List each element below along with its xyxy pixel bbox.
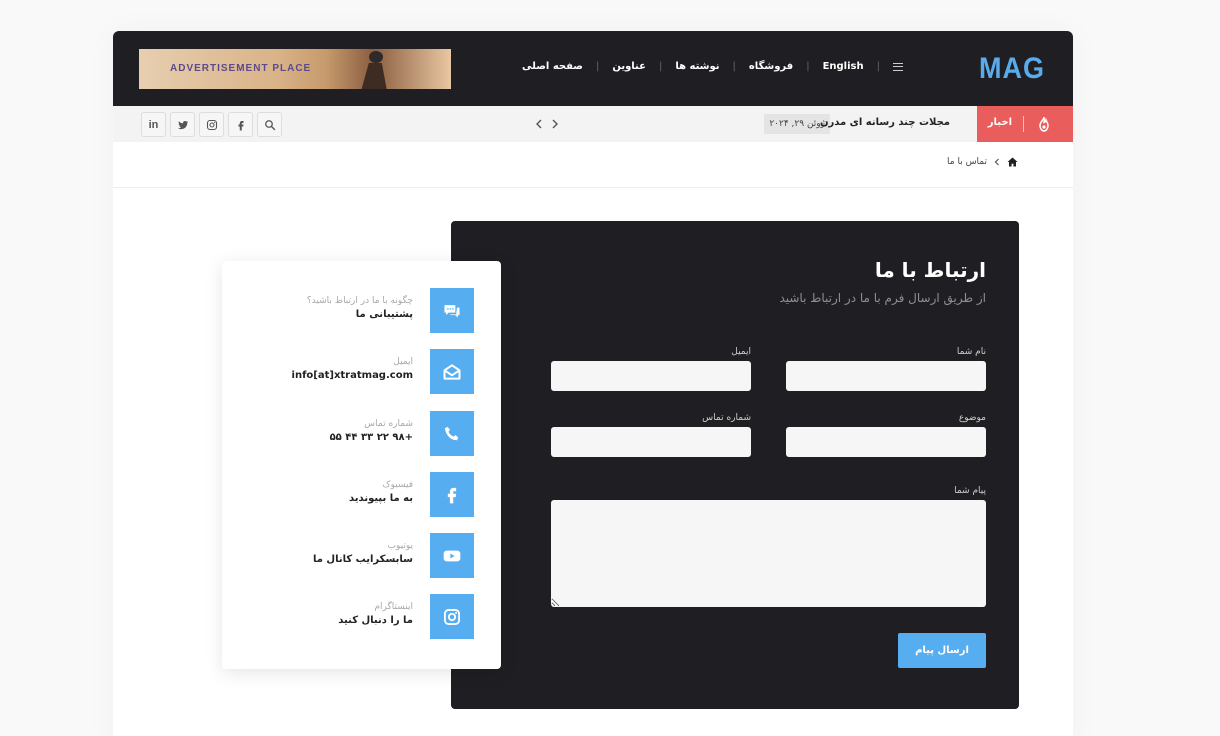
nav-separator: | [732,61,736,72]
name-input[interactable] [786,361,986,391]
chevron-left-icon[interactable] [533,118,545,130]
chevron-right-icon[interactable] [549,118,561,130]
advertisement-banner[interactable]: ADVERTISEMENT PLACE [139,49,451,89]
home-icon[interactable] [1007,157,1018,167]
news-ticker-bar: in ژوئن ۲۹, ۲۰۲۴ مجلات چند رسانه ای مدرن [113,106,1073,142]
site-header: ADVERTISEMENT PLACE صفحه اصلی | عناوین |… [113,31,1073,106]
contact-item-sub: چگونه با ما در ارتباط باشید؟ [306,296,413,306]
contact-item-sub: شماره تماس [364,419,413,429]
ad-text: ADVERTISEMENT PLACE [170,63,312,74]
phone-icon [430,411,474,456]
nav-item-posts[interactable]: نوشته ها [675,61,719,72]
contact-item-email[interactable]: ایمیل info[at]xtratmag.com [274,349,474,394]
social-links: in [141,112,282,137]
contact-item-youtube[interactable]: یوتیوب سابسکرایب کانال ما [274,533,474,578]
chat-icon [430,288,474,333]
nav-separator: | [876,61,880,72]
name-label: نام شما [956,347,986,357]
contact-item-main: سابسکرایب کانال ما [313,554,413,565]
fire-icon [1039,116,1049,132]
ad-figure-image [357,51,393,89]
nav-item-shop[interactable]: فروشگاه [749,61,793,72]
main-nav: صفحه اصلی | عناوین | نوشته ها | فروشگاه … [522,61,903,72]
contact-item-main: به ما بپیوندید [349,493,413,504]
phone-label: شماره تماس [702,413,751,423]
hamburger-icon[interactable] [893,62,903,71]
instagram-icon [430,594,474,639]
email-input[interactable] [551,361,751,391]
email-label: ایمیل [731,347,751,357]
phone-input[interactable] [551,427,751,457]
message-textarea[interactable] [551,500,986,607]
contact-item-main: ما را دنبال کنید [338,615,413,626]
contact-form-panel: ارتباط با ما از طریق ارسال فرم با ما در … [451,221,1019,709]
contact-item-support[interactable]: چگونه با ما در ارتباط باشید؟ پشتیبانی ما [274,288,474,333]
nav-item-english[interactable]: English [823,61,864,72]
contact-item-sub: فیسبوک [382,480,413,490]
divider [113,187,1073,188]
contact-item-sub: یوتیوب [387,541,414,551]
contact-item-main: +۹۸ ۲۲ ۳۳ ۴۴ ۵۵ [329,432,413,443]
contact-item-sub: اینستاگرام [374,602,413,612]
contact-item-main: پشتیبانی ما [355,309,413,320]
breadcrumb-current: تماس با ما [947,157,987,167]
search-icon[interactable] [257,112,282,137]
nav-item-topics[interactable]: عناوین [612,61,646,72]
facebook-icon [430,472,474,517]
form-title: ارتباط با ما [874,258,986,282]
contact-info-card: چگونه با ما در ارتباط باشید؟ پشتیبانی ما… [222,261,501,669]
chevron-left-icon [994,158,999,166]
youtube-icon [430,533,474,578]
contact-item-sub: ایمیل [393,357,413,367]
linkedin-icon[interactable]: in [141,112,166,137]
breadcrumb: تماس با ما [947,157,1018,167]
subject-input[interactable] [786,427,986,457]
contact-item-phone[interactable]: شماره تماس +۹۸ ۲۲ ۳۳ ۴۴ ۵۵ [274,411,474,456]
facebook-icon[interactable] [228,112,253,137]
news-headline[interactable]: مجلات چند رسانه ای مدرن [820,117,950,128]
nav-separator: | [595,61,600,72]
instagram-icon[interactable] [199,112,224,137]
contact-item-facebook[interactable]: فیسبوک به ما بپیوندید [274,472,474,517]
submit-button[interactable]: ارسال پیام [898,633,986,668]
twitter-icon[interactable] [170,112,195,137]
site-logo[interactable]: MAG [979,51,1045,85]
message-label: پیام شما [954,486,986,496]
news-divider [1023,116,1024,132]
contact-item-instagram[interactable]: اینستاگرام ما را دنبال کنید [274,594,474,639]
form-subtitle: از طریق ارسال فرم با ما در ارتباط باشید [779,291,986,305]
news-label: اخبار [987,117,1012,128]
page-container: ADVERTISEMENT PLACE صفحه اصلی | عناوین |… [113,31,1073,736]
contact-item-main: info[at]xtratmag.com [291,370,413,381]
nav-separator: | [658,61,663,72]
news-badge: اخبار [977,106,1073,142]
nav-item-home[interactable]: صفحه اصلی [522,61,583,72]
nav-separator: | [806,61,810,72]
envelope-icon [430,349,474,394]
subject-label: موضوع [958,413,986,423]
